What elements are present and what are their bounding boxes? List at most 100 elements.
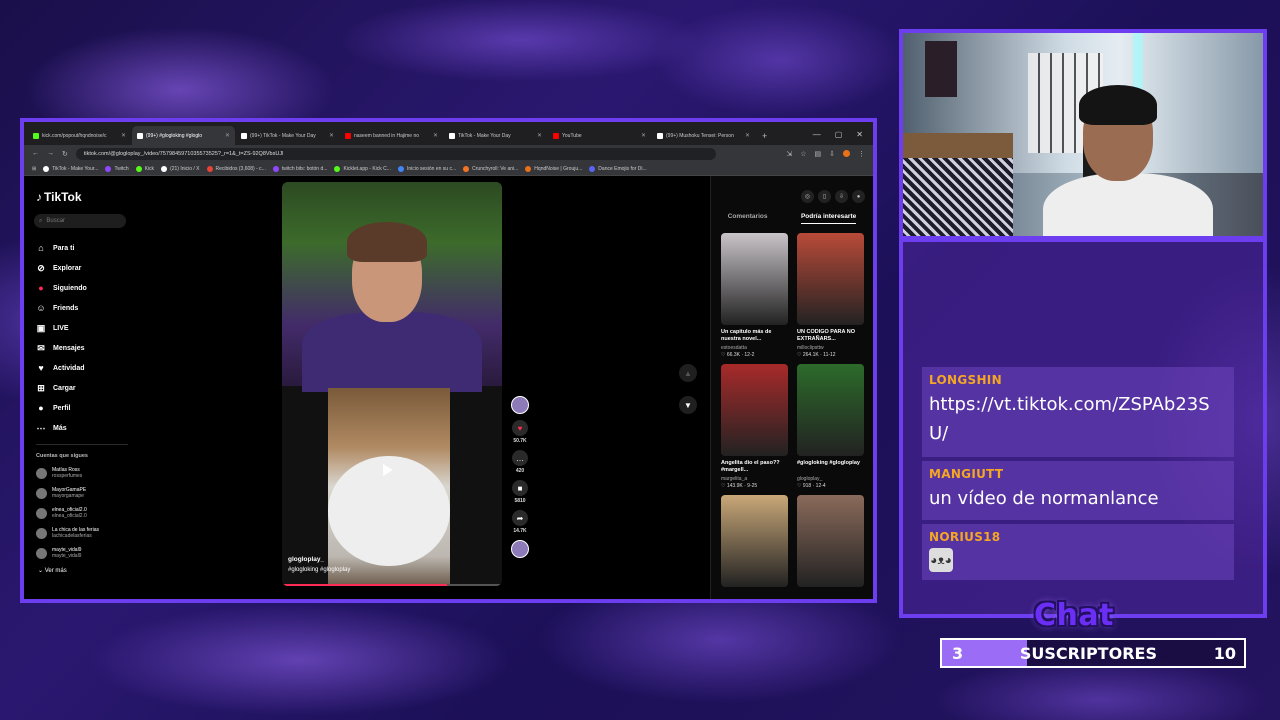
following-item[interactable]: mayte_vidal9 mayte_vidal9 (32, 543, 132, 563)
tiktok-logo[interactable]: ♪ TikTok (36, 190, 132, 204)
browser-tab[interactable]: (99+) #glogloking #gloglo ✕ (132, 126, 235, 145)
bookmark-item[interactable]: twitch bits: botón d... (272, 165, 327, 172)
following-item[interactable]: Matías Ross rossperfumes (32, 463, 132, 483)
extensions-icon[interactable]: ▤ (815, 150, 822, 158)
device-icon[interactable]: ▯ (818, 190, 831, 203)
save-button[interactable]: ■ 5810 (509, 480, 531, 504)
recommendation-card[interactable]: Un capitulo más de nuestra novel... estoe… (721, 233, 788, 358)
browser-tab[interactable]: YouTube ✕ (548, 126, 651, 145)
sidebar-item-perfil[interactable]: ● Perfil (32, 398, 132, 418)
browser-tab[interactable]: TikTok - Make Your Day ✕ (444, 126, 547, 145)
creator-avatar[interactable] (509, 396, 531, 414)
apps-grid-icon[interactable]: ⊞ (32, 166, 36, 172)
tab-title: (99+) TikTok - Make Your Day (250, 132, 316, 139)
following-item[interactable]: elnea_oficial2.0 elnea_oficial2.0 (32, 503, 132, 523)
see-more-link[interactable]: ⌄ Ver más (32, 567, 132, 574)
sidebar-item-siguiendo[interactable]: ● Siguiendo (32, 278, 132, 298)
bookmark-item[interactable]: TikTok - Make Your... (43, 165, 98, 172)
downloads-icon[interactable]: ⇩ (829, 150, 835, 158)
sidebar-item-actividad[interactable]: ♥ Actividad (32, 358, 132, 378)
search-input[interactable]: ⌕ Buscar (34, 214, 126, 228)
recommendation-thumbnail[interactable] (721, 364, 788, 456)
recommendation-card[interactable]: Angelita dio el paso?? #margell... margel… (721, 364, 788, 489)
menu-kebab-icon[interactable]: ⋮ (858, 150, 865, 158)
browser-tab[interactable]: kick.com/popout/hqndnoise/c ✕ (28, 126, 131, 145)
url-field[interactable]: tiktok.com/@glogloplay_/video/7579845971… (75, 147, 716, 160)
browser-tab[interactable]: naseem banned in Hajime no ✕ (340, 126, 443, 145)
sidebar-item-label: Más (53, 424, 67, 432)
sidebar-item-cargar[interactable]: ⊞ Cargar (32, 378, 132, 398)
bookmark-star-icon[interactable]: ☆ (800, 150, 806, 158)
recommendation-thumbnail[interactable] (797, 233, 864, 325)
recommendation-thumbnail[interactable] (797, 364, 864, 456)
forward-icon[interactable]: → (47, 150, 54, 157)
tab-interesting[interactable]: Podría interesarte (800, 213, 857, 224)
video-author[interactable]: glogloplay_ (288, 555, 350, 565)
sound-avatar[interactable] (509, 540, 531, 558)
bookmark-item[interactable]: Kicklet.app - Kick C... (334, 165, 391, 172)
tab-close-icon[interactable]: ✕ (537, 132, 542, 139)
tiktok-nav: ⌂ Para ti ⊘ Explorar ● Siguiendo ☺ Friends ▣ LIVE… (32, 238, 132, 438)
sidebar-item-mensajes[interactable]: ✉ Mensajes (32, 338, 132, 358)
following-item[interactable]: La chica de las ferias lachicadelasferias (32, 523, 132, 543)
sidebar-item-explorar[interactable]: ⊘ Explorar (32, 258, 132, 278)
bookmark-item[interactable]: Dance Emojis for Di... (589, 165, 647, 172)
video-top-frame (282, 182, 502, 392)
tab-close-icon[interactable]: ✕ (745, 132, 750, 139)
new-tab-button[interactable]: + (756, 131, 773, 145)
tab-close-icon[interactable]: ✕ (329, 132, 334, 139)
install-icon[interactable]: ⇲ (786, 150, 792, 158)
sidebar-item-live[interactable]: ▣ LIVE (32, 318, 132, 338)
video-progress-bar[interactable] (282, 584, 502, 586)
recommendation-thumbnail[interactable] (797, 495, 864, 587)
recommendation-title: Un capitulo más de nuestra novel... (721, 329, 772, 342)
recommendation-card[interactable] (721, 495, 788, 587)
bookmark-item[interactable]: Twitch (105, 165, 129, 172)
bookmark-item[interactable]: Crunchyroll: Ve ani... (463, 165, 518, 172)
browser-tab[interactable]: (99+) Mushoku Tensei: Person ✕ (652, 126, 755, 145)
bookmark-item[interactable]: Kick (135, 165, 154, 172)
tab-close-icon[interactable]: ✕ (641, 132, 646, 139)
sidebar-item-friends[interactable]: ☺ Friends (32, 298, 132, 318)
video-tags[interactable]: #glogloking #glogloplay (288, 565, 350, 575)
share-button[interactable]: ➦ 14.7K (509, 510, 531, 534)
sidebar-item-para-ti[interactable]: ⌂ Para ti (32, 238, 132, 258)
bookmark-item[interactable]: HqndNoise | Grouju... (525, 165, 582, 172)
tab-favicon-icon (657, 132, 663, 139)
chat-username: MANGIUTT (929, 467, 1004, 481)
bookmark-favicon-icon (135, 165, 142, 172)
tab-close-icon[interactable]: ✕ (121, 132, 126, 139)
comment-button[interactable]: … 420 (509, 450, 531, 474)
chevron-down-icon[interactable]: ▼ (679, 396, 697, 414)
recommendation-card[interactable] (797, 495, 864, 587)
chat-message: LONGSHIN https://vt.tiktok.com/ZSPAb23SU… (922, 367, 1234, 457)
reload-icon[interactable]: ↻ (62, 150, 68, 158)
tab-close-icon[interactable]: ✕ (225, 132, 230, 139)
minimize-icon[interactable]: — (813, 130, 821, 139)
maximize-icon[interactable]: ▢ (835, 130, 843, 139)
recommendation-thumbnail[interactable] (721, 495, 788, 587)
recommendation-card[interactable]: #glogloking #glogloplay glogloplay_ ♡ 918 … (797, 364, 864, 489)
download-icon[interactable]: ⇩ (835, 190, 848, 203)
video-player[interactable]: glogloplay_ #glogloking #glogloplay (282, 182, 502, 586)
recommendation-card[interactable]: UN CÓDIGO PARA NO EXTRAÑARS... milloclips… (797, 233, 864, 358)
coin-icon[interactable]: ◎ (801, 190, 814, 203)
bookmark-item[interactable]: Recibidos (3,608) - c... (206, 165, 266, 172)
user-avatar-icon[interactable]: ● (852, 190, 865, 203)
chevron-up-icon[interactable]: ▲ (679, 364, 697, 382)
tab-comments[interactable]: Comentarios (728, 213, 768, 224)
bookmark-item[interactable]: (21) Inicio / X (161, 165, 200, 172)
browser-tab[interactable]: (99+) TikTok - Make Your Day ✕ (236, 126, 339, 145)
following-list: Matías Ross rossperfumes MayorGamaPE mayorg… (32, 463, 132, 563)
sidebar-item-más[interactable]: ⋯ Más (32, 418, 132, 438)
profile-avatar-icon[interactable] (843, 149, 850, 157)
tab-close-icon[interactable]: ✕ (433, 132, 438, 139)
bookmark-favicon-icon (334, 165, 341, 172)
following-item[interactable]: MayorGamaPE mayorgamape (32, 483, 132, 503)
play-icon[interactable] (383, 464, 393, 476)
recommendation-thumbnail[interactable] (721, 233, 788, 325)
like-button[interactable]: ♥ 50.7K (509, 420, 531, 444)
close-window-icon[interactable]: ✕ (856, 130, 863, 139)
bookmark-item[interactable]: Inicio sesión en su c... (397, 165, 456, 172)
back-icon[interactable]: ← (32, 150, 39, 157)
